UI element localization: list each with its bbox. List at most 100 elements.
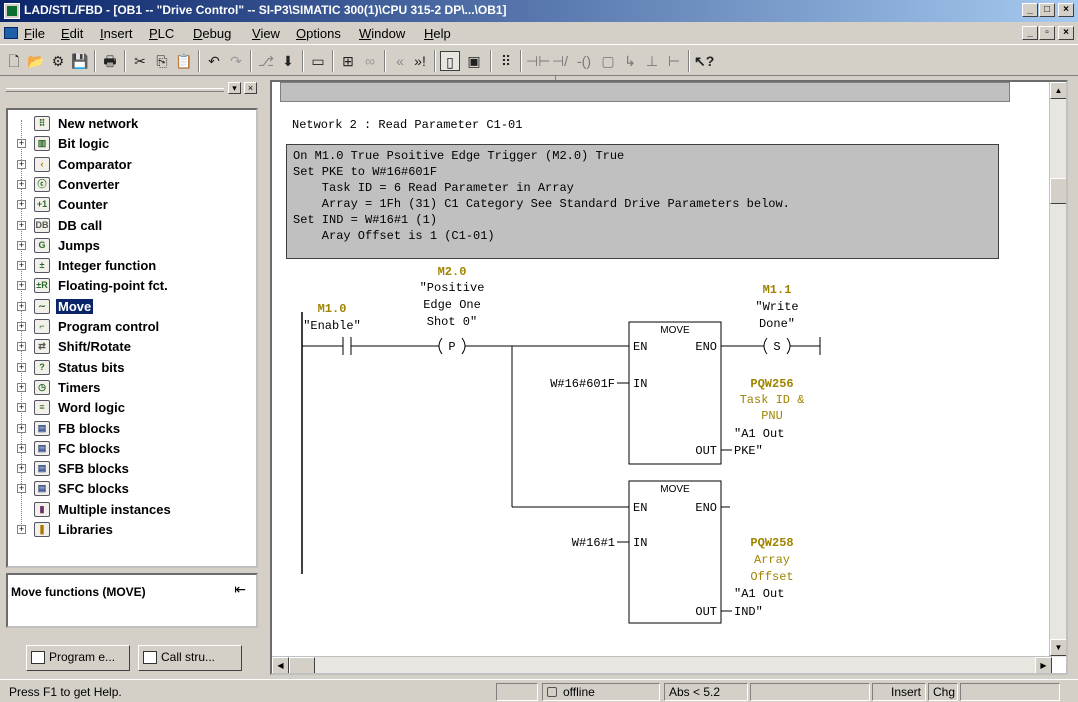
expand-icon[interactable]: + — [17, 139, 26, 149]
scroll-down-button[interactable]: ▼ — [1050, 639, 1066, 656]
menu-insert[interactable]: Insert — [100, 26, 133, 41]
catalog-item[interactable]: + ▤ SFB blocks — [8, 459, 256, 479]
menu-view[interactable]: View — [252, 26, 280, 41]
scroll-up-button[interactable]: ▲ — [1050, 82, 1066, 99]
ladder-diagram[interactable]: M1.0 "Enable" M2.0 "Positive Edge One Sh… — [272, 82, 1052, 657]
accessible-nodes-icon[interactable]: ⚙ — [48, 51, 68, 71]
move-block-2[interactable]: MOVE EN ENO IN OUT — [628, 480, 722, 624]
download-icon[interactable]: ⬇ — [278, 51, 298, 71]
menu-help[interactable]: Help — [424, 26, 451, 41]
open-branch-icon[interactable]: ↳ — [620, 51, 640, 71]
menu-options[interactable]: Options — [296, 26, 341, 41]
catalog-item[interactable]: + ▤ FC blocks — [8, 439, 256, 459]
catalog-item[interactable]: + ∼ Move — [8, 297, 256, 317]
details-icon[interactable]: ▣ — [464, 51, 484, 71]
copy-icon[interactable]: ⎘ — [152, 51, 172, 71]
horizontal-scrollbar[interactable]: ◀ ▶ — [272, 656, 1052, 673]
expand-icon[interactable]: + — [17, 281, 26, 291]
menu-plc[interactable]: PLC — [149, 26, 174, 41]
menu-debug[interactable]: Debug — [193, 26, 231, 41]
open-icon[interactable]: 📂 — [26, 51, 46, 71]
expand-icon[interactable]: + — [17, 220, 26, 230]
catalog-item[interactable]: + ▤ FB blocks — [8, 419, 256, 439]
undo-icon[interactable]: ↶ — [204, 51, 224, 71]
expand-icon[interactable]: + — [17, 159, 26, 169]
expand-icon[interactable]: + — [17, 525, 26, 534]
bookmark-icon[interactable]: ⎇ — [256, 51, 276, 71]
program-elements-tree[interactable]: ⠿ New network + ▥ Bit logic + ‹ Comparator + ⓒ Con… — [6, 108, 258, 568]
catalog-item[interactable]: + ▤ SFC blocks — [8, 479, 256, 499]
child-minimize-button[interactable]: _ — [1022, 26, 1038, 40]
ladder-editor[interactable]: Network 2 : Read Parameter C1-01 On M1.0… — [270, 80, 1068, 675]
catalog-item[interactable]: + ▥ Bit logic — [8, 134, 256, 154]
next-icon[interactable]: »! — [410, 51, 430, 71]
close-button[interactable]: × — [1058, 3, 1074, 17]
catalog-item[interactable]: + +1 Counter — [8, 195, 256, 215]
minimize-button[interactable]: _ — [1022, 3, 1038, 17]
expand-icon[interactable]: + — [17, 382, 26, 392]
coil-icon[interactable]: -() — [574, 51, 594, 71]
catalog-item[interactable]: ▮ Multiple instances — [8, 500, 256, 520]
expand-icon[interactable]: + — [17, 443, 26, 453]
document-menu-icon[interactable] — [4, 27, 18, 39]
catalog-item[interactable]: + ⇄ Shift/Rotate — [8, 337, 256, 357]
catalog-item[interactable]: ⠿ New network — [8, 114, 256, 134]
redo-icon[interactable]: ↷ — [226, 51, 246, 71]
vertical-scrollbar[interactable]: ▲ ▼ — [1049, 82, 1066, 657]
child-close-button[interactable]: × — [1058, 26, 1074, 40]
catalog-item[interactable]: + ± Integer function — [8, 256, 256, 276]
catalog-item[interactable]: + ❚ Libraries — [8, 520, 256, 540]
expand-icon[interactable]: + — [17, 423, 26, 433]
previous-icon[interactable]: « — [390, 51, 410, 71]
expand-icon[interactable]: + — [17, 240, 26, 250]
vertical-scroll-thumb[interactable] — [1050, 178, 1066, 204]
child-restore-button[interactable]: ▫ — [1039, 26, 1055, 40]
catalog-item[interactable]: +? Status bits — [8, 358, 256, 378]
scroll-right-button[interactable]: ▶ — [1035, 657, 1052, 673]
scroll-left-button[interactable]: ◀ — [272, 657, 289, 673]
context-help-icon[interactable]: ↖? — [694, 51, 714, 71]
menu-file[interactable]: File — [24, 26, 45, 41]
no-contact-icon[interactable]: ⊣⊢ — [526, 51, 550, 71]
expand-icon[interactable]: + — [17, 362, 26, 372]
menu-window[interactable]: Window — [359, 26, 405, 41]
expand-icon[interactable]: + — [17, 403, 26, 413]
print-icon[interactable]: 🖶 — [100, 51, 120, 71]
pin-icon[interactable]: ⇤ — [234, 581, 246, 598]
catalog-item[interactable]: + ⓒ Converter — [8, 175, 256, 195]
catalog-item[interactable]: + ±R Floating-point fct. — [8, 276, 256, 296]
catalog-item[interactable]: + ≡ Word logic — [8, 398, 256, 418]
menu-edit[interactable]: Edit — [61, 26, 83, 41]
expand-icon[interactable]: + — [17, 484, 26, 494]
pane-close-button[interactable]: × — [244, 82, 257, 94]
no-contact[interactable] — [302, 337, 427, 355]
module-info-icon[interactable]: ▭ — [308, 51, 328, 71]
overview-icon[interactable]: ▯ — [440, 51, 460, 71]
positive-edge-coil[interactable]: P — [427, 337, 629, 355]
close-branch-icon[interactable]: ⊥ — [642, 51, 662, 71]
app-icon[interactable] — [4, 3, 20, 19]
catalog-item[interactable]: + DB DB call — [8, 216, 256, 236]
monitor-icon[interactable]: ⊞ — [338, 51, 358, 71]
new-icon[interactable]: 🗋 — [4, 51, 24, 71]
catalog-item[interactable]: + ⌐ Program control — [8, 317, 256, 337]
expand-icon[interactable]: + — [17, 179, 26, 189]
tab-program-elements[interactable]: Program e... — [26, 645, 130, 671]
connection-icon[interactable]: ⊢ — [664, 51, 684, 71]
expand-icon[interactable]: + — [17, 342, 26, 352]
horizontal-scroll-thumb[interactable] — [289, 657, 315, 673]
catalog-item[interactable]: + ‹ Comparator — [8, 155, 256, 175]
set-coil[interactable]: S — [742, 337, 821, 355]
catalog-item[interactable]: + G Jumps — [8, 236, 256, 256]
catalog-item[interactable]: + ◷ Timers — [8, 378, 256, 398]
cut-icon[interactable]: ✂ — [130, 51, 150, 71]
empty-box-icon[interactable]: ▢ — [598, 51, 618, 71]
expand-icon[interactable]: + — [17, 464, 26, 474]
glasses-icon[interactable]: ∞ — [360, 51, 380, 71]
paste-icon[interactable]: 📋 — [174, 51, 194, 71]
move-block-1[interactable]: MOVE EN ENO IN OUT — [628, 321, 722, 465]
save-icon[interactable]: 💾 — [70, 51, 90, 71]
expand-icon[interactable]: + — [17, 200, 26, 210]
expand-icon[interactable]: + — [17, 261, 26, 271]
tab-call-structure[interactable]: Call stru... — [138, 645, 242, 671]
